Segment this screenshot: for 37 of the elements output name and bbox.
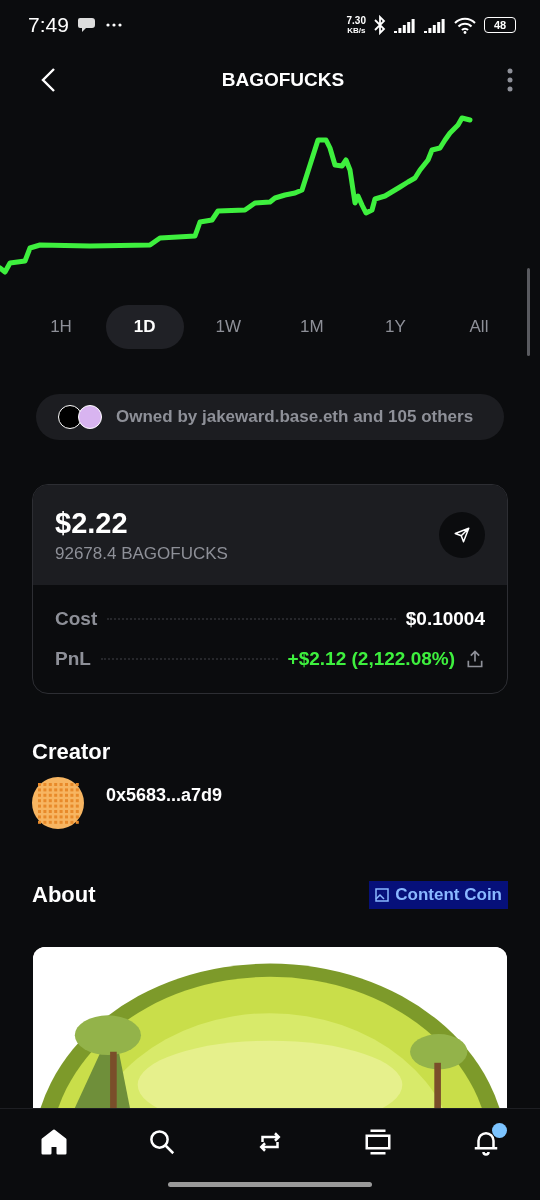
wifi-icon: [454, 16, 476, 34]
coin-title: BAGOFUCKS: [221, 69, 345, 91]
tag-label: Content Coin: [395, 885, 502, 905]
owner-avatar: [58, 405, 82, 429]
more-icon: [104, 22, 123, 28]
creator-avatar[interactable]: [32, 777, 84, 829]
range-tab[interactable]: All: [439, 305, 518, 349]
send-button[interactable]: [439, 512, 485, 558]
image-icon: [375, 888, 390, 902]
range-tab[interactable]: 1D: [105, 305, 184, 349]
chat-icon: [76, 16, 97, 34]
stat-label: Cost: [55, 608, 98, 630]
bluetooth-icon: [374, 15, 386, 35]
range-tab[interactable]: 1M: [272, 305, 351, 349]
speed-unit: KB/s: [347, 26, 366, 35]
stat-value: $0.10004: [405, 608, 485, 630]
stat-label: PnL: [55, 648, 91, 670]
signal-icon: [394, 17, 416, 33]
range-tab[interactable]: 1W: [189, 305, 268, 349]
share-icon[interactable]: [465, 649, 485, 669]
range-tab[interactable]: 1H: [22, 305, 100, 349]
signal-icon: [424, 17, 446, 33]
section-heading: Creator: [32, 739, 112, 765]
holding-amount: 92678.4 BAGOFUCKS: [55, 543, 229, 564]
clock: 7:49: [28, 13, 69, 37]
owner-avatar: [78, 405, 102, 429]
owners-pill[interactable]: Owned by jakeward.base.eth and 105 others: [36, 394, 504, 440]
send-icon: [453, 526, 471, 544]
battery-level: 48: [493, 19, 507, 31]
holding-value: $2.22: [55, 506, 129, 540]
more-icon: [506, 67, 514, 93]
stat-value: +$2.12 (2,122.08%): [287, 648, 455, 670]
owners-text: Owned by jakeward.base.eth and 105 others: [116, 407, 474, 427]
network-speed: 7.30: [346, 15, 366, 26]
range-tab[interactable]: 1Y: [356, 305, 435, 349]
creator-address[interactable]: 0x5683...a7d9: [106, 785, 223, 806]
section-heading: About: [32, 882, 96, 908]
